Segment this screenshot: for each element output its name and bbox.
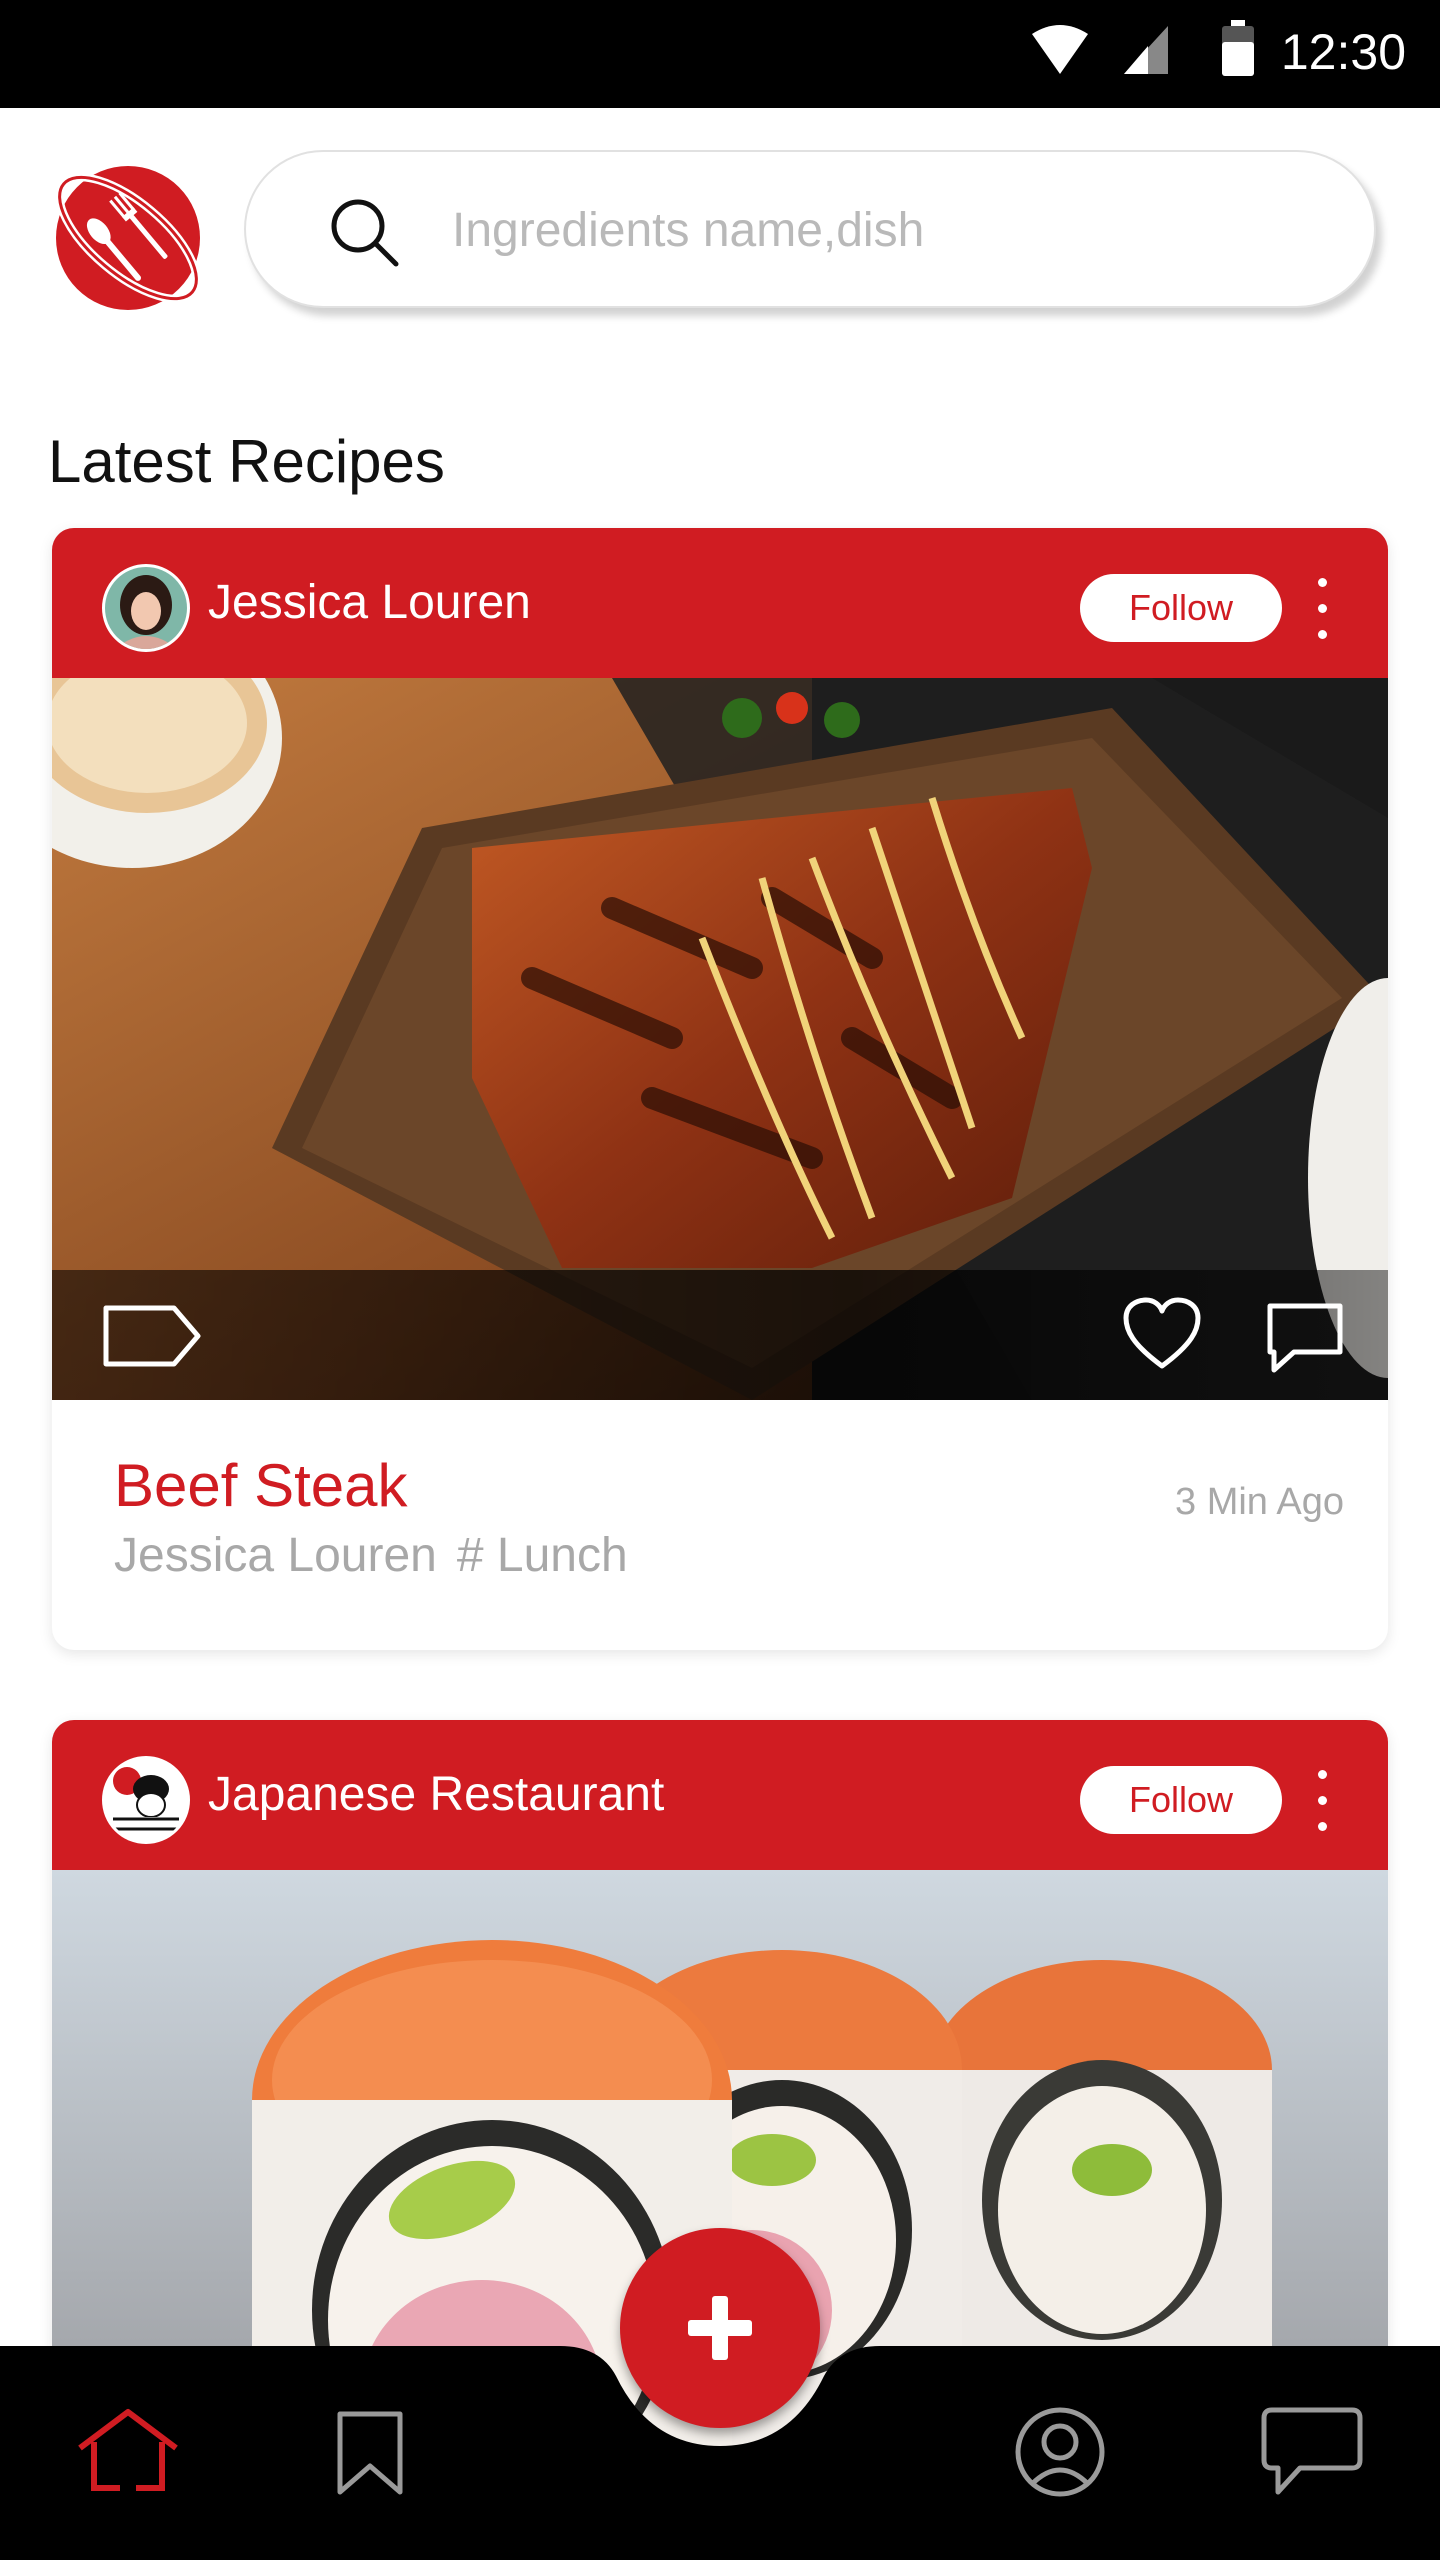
author-name[interactable]: Japanese Restaurant — [208, 1764, 664, 1826]
status-bar: 12:30 — [0, 0, 1440, 108]
avatar[interactable] — [102, 1756, 190, 1844]
section-title: Latest Recipes — [48, 428, 445, 495]
author-name[interactable]: Jessica Louren — [208, 572, 531, 634]
heart-icon[interactable] — [1122, 1296, 1202, 1372]
search-box[interactable] — [244, 150, 1376, 308]
chat-icon[interactable] — [1260, 2406, 1364, 2498]
battery-icon — [1222, 20, 1254, 76]
recipe-meta: Jessica Louren # Lunch — [114, 1524, 648, 1588]
recipe-meta-tag[interactable]: # Lunch — [457, 1529, 628, 1582]
status-time: 12:30 — [1280, 24, 1406, 80]
wifi-icon — [1032, 25, 1088, 74]
add-recipe-button[interactable] — [620, 2228, 820, 2428]
add-icon — [688, 2296, 752, 2360]
more-options-icon[interactable] — [1302, 570, 1342, 646]
signal-icon — [1124, 26, 1168, 74]
recipe-image[interactable] — [52, 678, 1388, 1400]
card-action-bar — [52, 1270, 1388, 1400]
follow-button[interactable]: Follow — [1080, 574, 1282, 642]
home-icon[interactable] — [74, 2408, 182, 2494]
more-options-icon[interactable] — [1302, 1762, 1342, 1838]
app-logo[interactable] — [50, 152, 210, 312]
recipe-card[interactable]: Jessica Louren Follow Beef Steak Jessica… — [52, 528, 1388, 1650]
search-input[interactable] — [452, 192, 1312, 268]
comment-icon[interactable] — [1264, 1300, 1346, 1374]
card-body: Beef Steak Jessica Louren # Lunch 3 Min A… — [52, 1400, 1388, 1650]
bookmark-icon[interactable] — [334, 2410, 406, 2496]
recipe-time: 3 Min Ago — [1175, 1481, 1344, 1523]
tag-icon[interactable] — [102, 1302, 202, 1370]
recipe-title[interactable]: Beef Steak — [114, 1446, 408, 1526]
search-icon[interactable] — [328, 196, 402, 270]
profile-icon[interactable] — [1014, 2406, 1106, 2498]
recipe-meta-author[interactable]: Jessica Louren — [114, 1529, 437, 1582]
avatar[interactable] — [102, 564, 190, 652]
card-header: Japanese Restaurant Follow — [52, 1720, 1388, 1870]
follow-button[interactable]: Follow — [1080, 1766, 1282, 1834]
card-header: Jessica Louren Follow — [52, 528, 1388, 678]
